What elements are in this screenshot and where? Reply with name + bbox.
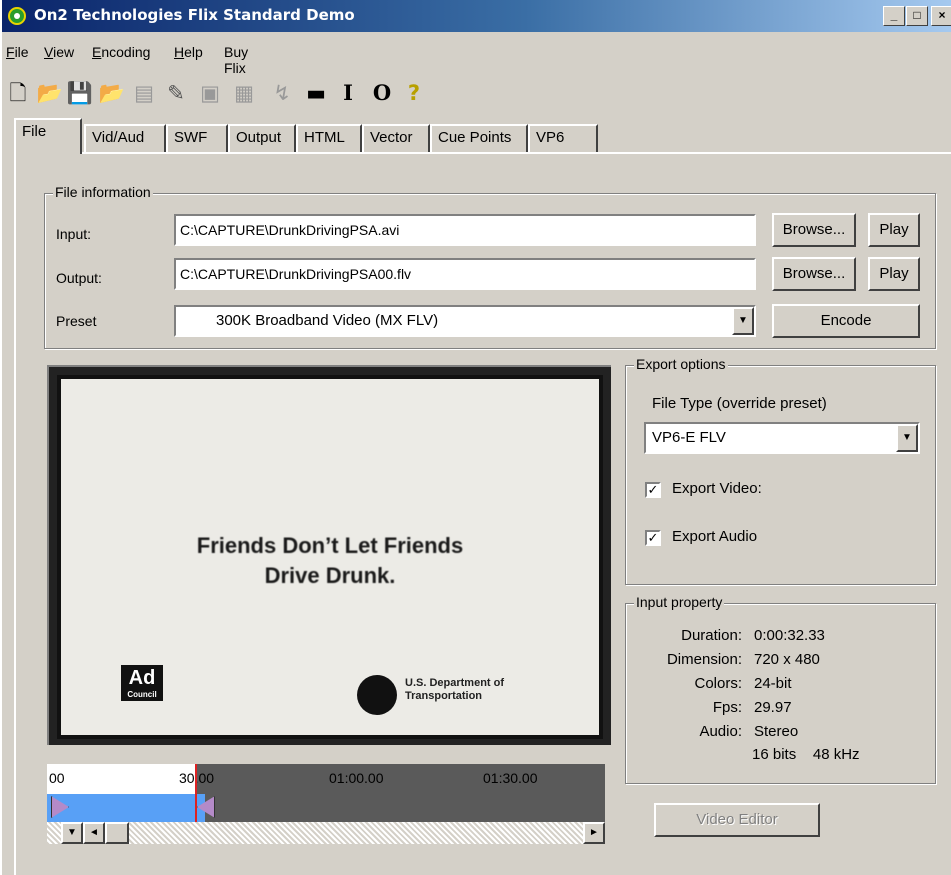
title-bar[interactable]: On2 Technologies Flix Standard Demo _ □ … (2, 0, 951, 32)
chevron-down-icon[interactable]: ▼ (732, 307, 754, 335)
new-icon[interactable]: 🗋 (4, 78, 32, 108)
timeline-ruler-selected (47, 764, 197, 794)
help-icon[interactable]: ? (400, 78, 428, 108)
tab-file[interactable]: File (14, 118, 82, 154)
preset-label: Preset (56, 313, 97, 329)
output-label: Output: (56, 270, 102, 286)
tab-vector[interactable]: Vector (362, 124, 430, 152)
timeline-selection (47, 794, 205, 822)
fps-key: Fps: (712, 699, 742, 716)
tab-swf[interactable]: SWF (166, 124, 228, 152)
scroll-down-icon[interactable]: ▼ (61, 822, 83, 844)
fps-value: 29.97 (754, 699, 792, 716)
video-preview: Friends Don’t Let Friends Drive Drunk. A… (47, 365, 611, 745)
timeline-label-60: 01:00.00 (329, 770, 384, 786)
file-type-value: VP6-E FLV (652, 429, 726, 446)
scroll-left-icon[interactable]: ◄ (83, 822, 105, 844)
audio-key: Audio: (699, 723, 742, 740)
video-editor-button[interactable]: Video Editor (654, 803, 820, 837)
duration-key: Duration: (681, 627, 742, 644)
ad-council-logo: Ad Council (121, 665, 163, 701)
duration-value: 0:00:32.33 (754, 627, 825, 644)
dimension-value: 720 x 480 (754, 651, 820, 668)
tab-output[interactable]: Output (228, 124, 296, 152)
tab-vp6[interactable]: VP6 (528, 124, 598, 152)
menu-encoding[interactable]: Encoding (92, 44, 150, 60)
dot-logo-text: U.S. Department of Transportation (405, 677, 505, 702)
export-options-label: Export options (634, 356, 728, 372)
scroll-right-icon[interactable]: ► (583, 822, 605, 844)
toolbar: 🗋 📂 💾 📂 ▤ ✎ ▣ ▦ ↯ ▬ I O ? (2, 78, 951, 110)
timeline-label-90: 01:30.00 (483, 770, 538, 786)
preset-select[interactable]: 300K Broadband Video (MX FLV) ▼ (174, 305, 756, 337)
timeline-track (205, 794, 605, 822)
tab-vid-aud[interactable]: Vid/Aud (84, 124, 166, 152)
convert-icon[interactable]: ↯ (268, 78, 296, 108)
minimize-button[interactable]: _ (883, 6, 905, 26)
colors-value: 24-bit (754, 675, 792, 692)
dot-logo (357, 675, 397, 715)
chevron-down-icon[interactable]: ▼ (896, 424, 918, 452)
export-audio-checkbox[interactable]: ✓ (645, 530, 661, 546)
menu-help[interactable]: Help (174, 44, 203, 60)
colors-key: Colors: (694, 675, 742, 692)
video-frame: Friends Don’t Let Friends Drive Drunk. A… (57, 375, 603, 739)
output-play-button[interactable]: Play (868, 257, 920, 291)
mark-in-icon[interactable]: I (334, 78, 362, 108)
dimension-key: Dimension: (666, 651, 742, 668)
file-type-label: File Type (override preset) (652, 395, 827, 412)
open-icon[interactable]: 📂 (36, 78, 64, 108)
timeline[interactable]: 00 30.00 01:00.00 01:30.00 (47, 764, 605, 822)
split-icon[interactable]: ▦ (230, 78, 258, 108)
timeline-label-0: 00 (49, 770, 65, 786)
menu-buy-flix[interactable]: Buy Flix (224, 44, 248, 76)
frame-headline-line-2: Drive Drunk. (264, 563, 396, 588)
menu-view[interactable]: View (44, 44, 74, 60)
preset-value: 300K Broadband Video (MX FLV) (216, 312, 439, 329)
tab-html[interactable]: HTML (296, 124, 362, 152)
disk-icon[interactable]: ▣ (196, 78, 224, 108)
input-browse-button[interactable]: Browse... (772, 213, 856, 247)
batch-icon[interactable]: ▬ (302, 78, 330, 108)
audio-detail: 16 bits 48 kHz (752, 746, 860, 763)
app-window: On2 Technologies Flix Standard Demo _ □ … (0, 0, 951, 875)
input-path-field[interactable]: C:\CAPTURE\DrunkDrivingPSA.avi (174, 214, 756, 246)
save-icon[interactable]: 💾 (66, 78, 94, 108)
open-project-icon[interactable]: 📂 (98, 78, 126, 108)
window-title: On2 Technologies Flix Standard Demo (34, 6, 355, 24)
output-browse-button[interactable]: Browse... (772, 257, 856, 291)
file-type-select[interactable]: VP6-E FLV ▼ (644, 422, 920, 454)
frame-headline-line-1: Friends Don’t Let Friends (196, 533, 464, 558)
input-play-button[interactable]: Play (868, 213, 920, 247)
menu-file[interactable]: File (6, 44, 29, 60)
export-video-checkbox[interactable]: ✓ (645, 482, 661, 498)
copy-icon[interactable]: ▤ (130, 78, 158, 108)
edit-icon[interactable]: ✎ (162, 78, 190, 108)
tab-cue-points[interactable]: Cue Points (430, 124, 528, 152)
input-property-label: Input property (634, 594, 725, 610)
input-label: Input: (56, 226, 92, 242)
mark-out-icon[interactable]: O (368, 78, 396, 108)
encode-button[interactable]: Encode (772, 304, 920, 338)
playhead[interactable] (195, 764, 197, 822)
export-audio-label: Export Audio (672, 528, 758, 545)
maximize-button[interactable]: □ (906, 6, 928, 26)
frame-headline: Friends Don’t Let Friends Drive Drunk. (61, 531, 599, 591)
scroll-thumb[interactable] (105, 822, 129, 844)
app-icon (8, 7, 26, 25)
timeline-ruler (197, 764, 605, 794)
export-video-label: Export Video: (672, 480, 762, 497)
audio-value: Stereo (754, 723, 799, 740)
close-button[interactable]: × (931, 6, 951, 26)
timeline-scrollbar[interactable]: ▼ ◄ ► (47, 822, 605, 844)
output-path-field[interactable]: C:\CAPTURE\DrunkDrivingPSA00.flv (174, 258, 756, 290)
file-information-label: File information (53, 184, 153, 200)
